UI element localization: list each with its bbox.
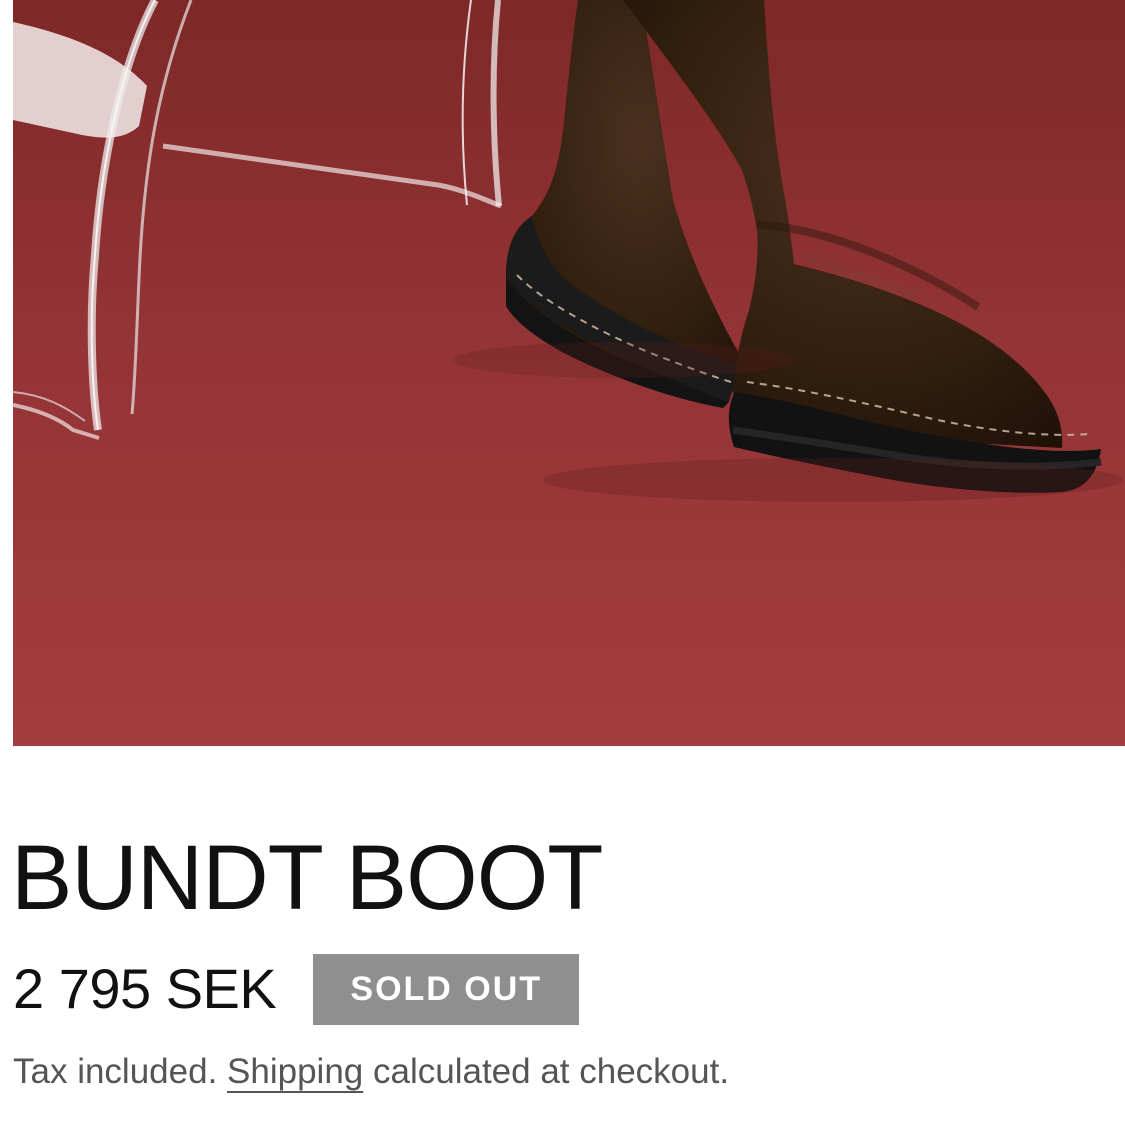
shipping-link[interactable]: Shipping [227, 1052, 363, 1091]
product-title: BUNDT BOOT [11, 827, 603, 929]
tax-note-suffix: calculated at checkout. [373, 1052, 730, 1091]
product-price: 2 795 SEK [13, 957, 277, 1020]
product-image[interactable] [13, 0, 1125, 746]
product-page: BUNDT BOOT 2 795 SEK SOLD OUT Tax includ… [0, 0, 1125, 1125]
sold-out-badge: SOLD OUT [313, 953, 580, 1025]
tax-note-prefix: Tax included. [13, 1052, 218, 1091]
price-row: 2 795 SEK SOLD OUT [13, 953, 580, 1025]
tax-shipping-note: Tax included. Shipping calculated at che… [13, 1048, 729, 1096]
boot-photo-illustration [13, 0, 1125, 746]
